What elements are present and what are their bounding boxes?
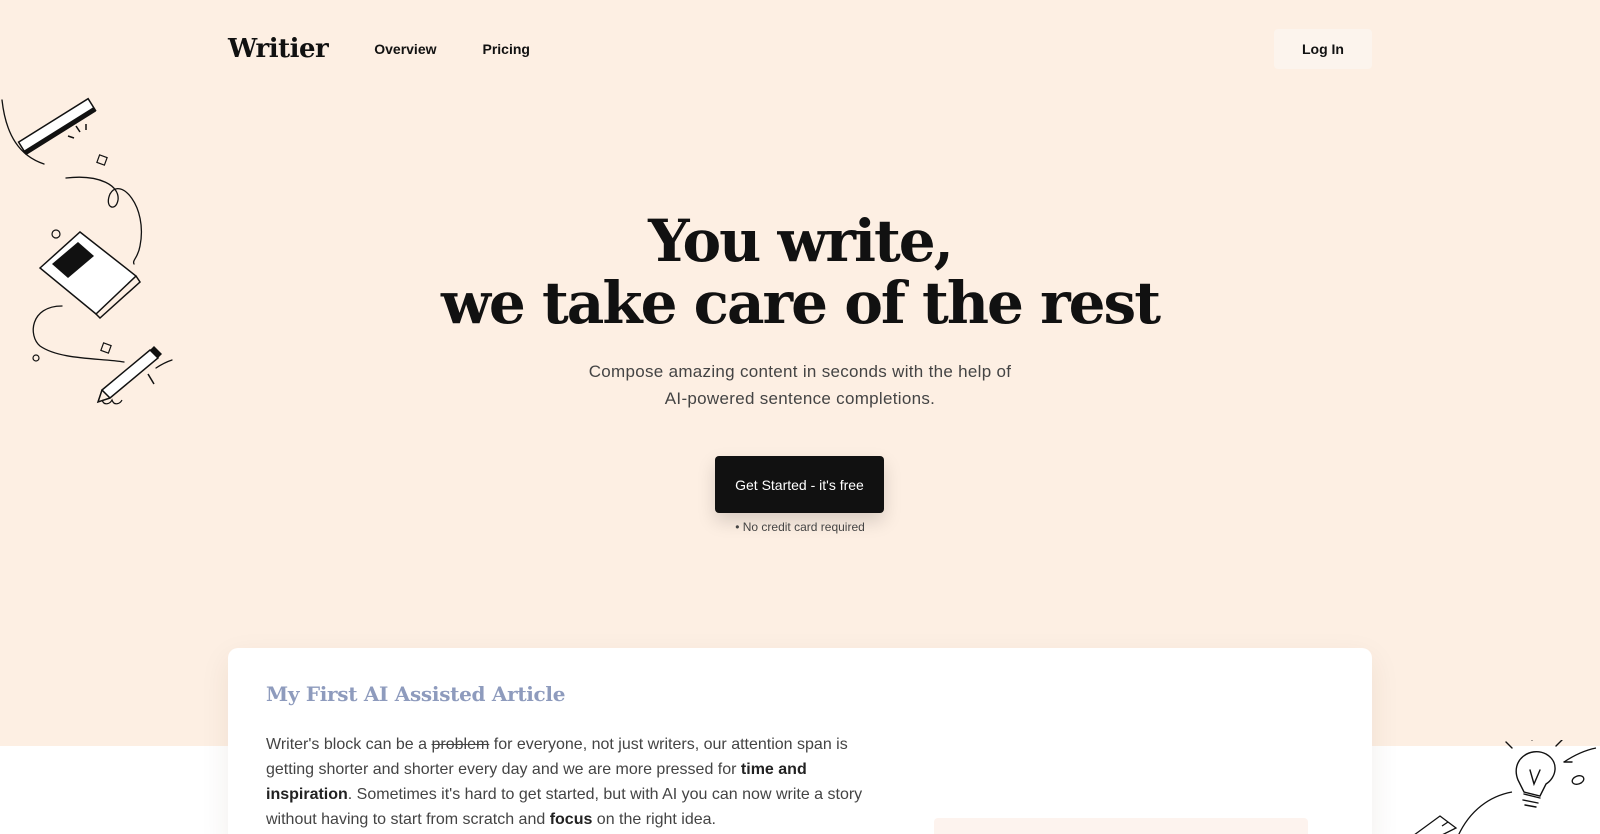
hero-subtitle-line2: AI-powered sentence completions. — [664, 389, 936, 408]
login-button[interactable]: Log In — [1274, 29, 1372, 69]
article-preview-card: My First AI Assisted Article Writer's bl… — [228, 648, 1372, 834]
hero-headline-line1: You write, — [648, 207, 954, 275]
suggestion-panel — [934, 818, 1308, 834]
nav-link-pricing[interactable]: Pricing — [483, 41, 530, 57]
article-strikethrough-word: problem — [431, 736, 490, 753]
article-text: on the right idea. — [592, 811, 716, 828]
article-bold-text: focus — [549, 811, 593, 828]
hero-headline: You write, we take care of the rest — [0, 210, 1600, 334]
article-title: My First AI Assisted Article — [266, 682, 566, 706]
nav-link-overview[interactable]: Overview — [374, 41, 436, 57]
brand-logo[interactable]: Writier — [228, 34, 329, 64]
article-text: Writer's block can be a — [266, 736, 432, 753]
hero-subtitle-line1: Compose amazing content in seconds with … — [588, 362, 1012, 381]
hero-subtitle: Compose amazing content in seconds with … — [0, 358, 1600, 412]
ruler-icon — [17, 97, 108, 166]
doodle-illustration-right — [1414, 740, 1597, 834]
no-credit-card-note: • No credit card required — [735, 520, 865, 534]
get-started-button[interactable]: Get Started - it's free — [715, 456, 884, 513]
top-navigation: Writier Overview Pricing Log In — [228, 26, 1372, 72]
lightbulb-icon — [1505, 740, 1573, 808]
hero-headline-line2: we take care of the rest — [440, 269, 1161, 337]
article-body: Writer's block can be a problem for ever… — [266, 732, 876, 832]
